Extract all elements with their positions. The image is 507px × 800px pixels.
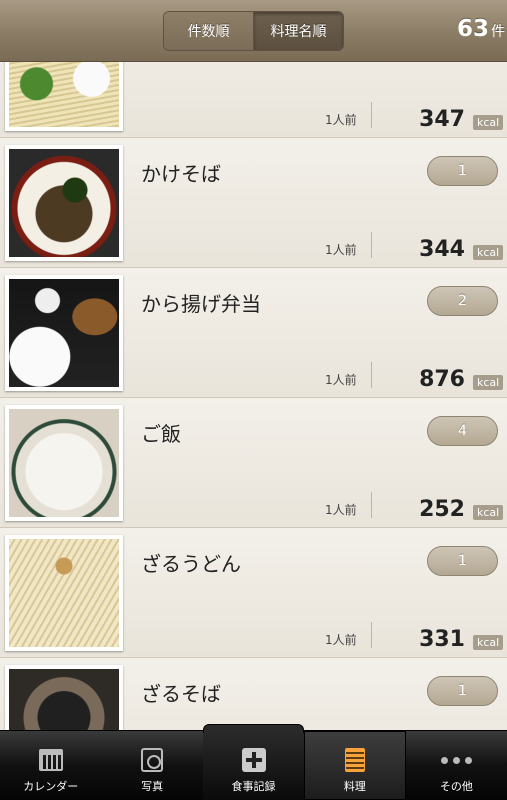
- calorie-value: 876: [419, 367, 465, 392]
- calorie-unit: kcal: [473, 505, 504, 520]
- dish-list: 1人前 347 kcal かけそば 1 1人前 344 kcal から揚げ弁当 …: [0, 62, 507, 730]
- dish-name: かけそば: [141, 162, 221, 186]
- tab-meal-record[interactable]: 食事記録: [202, 724, 305, 800]
- serving-size: 1人前: [325, 633, 357, 647]
- tab-photo[interactable]: 写真: [101, 731, 202, 800]
- tab-label: カレンダー: [23, 780, 79, 793]
- count-badge: 1: [427, 156, 498, 186]
- dish-list-icon: [343, 748, 367, 772]
- item-count-unit: 件: [491, 24, 505, 40]
- calorie-unit: kcal: [473, 115, 504, 130]
- list-item[interactable]: ざるうどん 1 1人前 331 kcal: [0, 528, 507, 658]
- dish-name: ざるうどん: [141, 552, 241, 576]
- dish-name: ざるそば: [141, 682, 221, 706]
- calorie-value: 252: [419, 497, 465, 522]
- tab-label: 食事記録: [231, 780, 276, 793]
- count-badge: 4: [427, 416, 498, 446]
- serving-size: 1人前: [325, 113, 357, 127]
- tab-label: 写真: [141, 780, 164, 793]
- photo-icon: [140, 748, 164, 772]
- count-badge: 1: [427, 676, 498, 706]
- calorie-unit: kcal: [473, 635, 504, 650]
- list-item[interactable]: ご飯 4 1人前 252 kcal: [0, 398, 507, 528]
- more-icon: [440, 748, 472, 772]
- dish-name: ご飯: [141, 422, 181, 446]
- tab-label: 料理: [343, 780, 366, 793]
- tab-other[interactable]: その他: [406, 731, 507, 800]
- serving-size: 1人前: [325, 503, 357, 517]
- dish-name: から揚げ弁当: [141, 292, 261, 316]
- plus-icon: [241, 748, 266, 772]
- top-bar: 件数順 料理名順 63 件: [0, 0, 507, 62]
- calorie-unit: kcal: [473, 245, 504, 260]
- dish-thumbnail: [5, 62, 123, 131]
- tab-calendar[interactable]: カレンダー: [0, 731, 101, 800]
- divider: [371, 102, 372, 128]
- sort-segmented-control: 件数順 料理名順: [163, 11, 344, 51]
- calorie-value: 344: [419, 237, 465, 262]
- dish-thumbnail: [5, 145, 123, 261]
- calorie-value: 347: [419, 107, 465, 132]
- tab-dishes[interactable]: 料理: [304, 731, 406, 800]
- bottom-tab-bar: カレンダー 写真 食事記録 料理 その他: [0, 724, 507, 800]
- dish-thumbnail: [5, 275, 123, 391]
- calendar-icon: [38, 748, 63, 772]
- sort-by-count-button[interactable]: 件数順: [164, 12, 254, 50]
- divider: [371, 492, 372, 518]
- list-item[interactable]: かけそば 1 1人前 344 kcal: [0, 138, 507, 268]
- serving-size: 1人前: [325, 243, 357, 257]
- calorie-unit: kcal: [473, 375, 504, 390]
- list-item[interactable]: ざるそば 1: [0, 658, 507, 730]
- dish-thumbnail: [5, 665, 123, 730]
- tab-label: その他: [439, 780, 473, 793]
- list-item[interactable]: から揚げ弁当 2 1人前 876 kcal: [0, 268, 507, 398]
- serving-size: 1人前: [325, 373, 357, 387]
- divider: [371, 622, 372, 648]
- calorie-value: 331: [419, 627, 465, 652]
- divider: [371, 362, 372, 388]
- item-count: 63 件: [457, 16, 505, 42]
- sort-by-name-button[interactable]: 料理名順: [254, 12, 343, 50]
- divider: [371, 232, 372, 258]
- dish-thumbnail: [5, 535, 123, 651]
- count-badge: 1: [427, 546, 498, 576]
- item-count-number: 63: [456, 16, 489, 42]
- dish-thumbnail: [5, 405, 123, 521]
- count-badge: 2: [427, 286, 498, 316]
- list-item[interactable]: 1人前 347 kcal: [0, 62, 507, 138]
